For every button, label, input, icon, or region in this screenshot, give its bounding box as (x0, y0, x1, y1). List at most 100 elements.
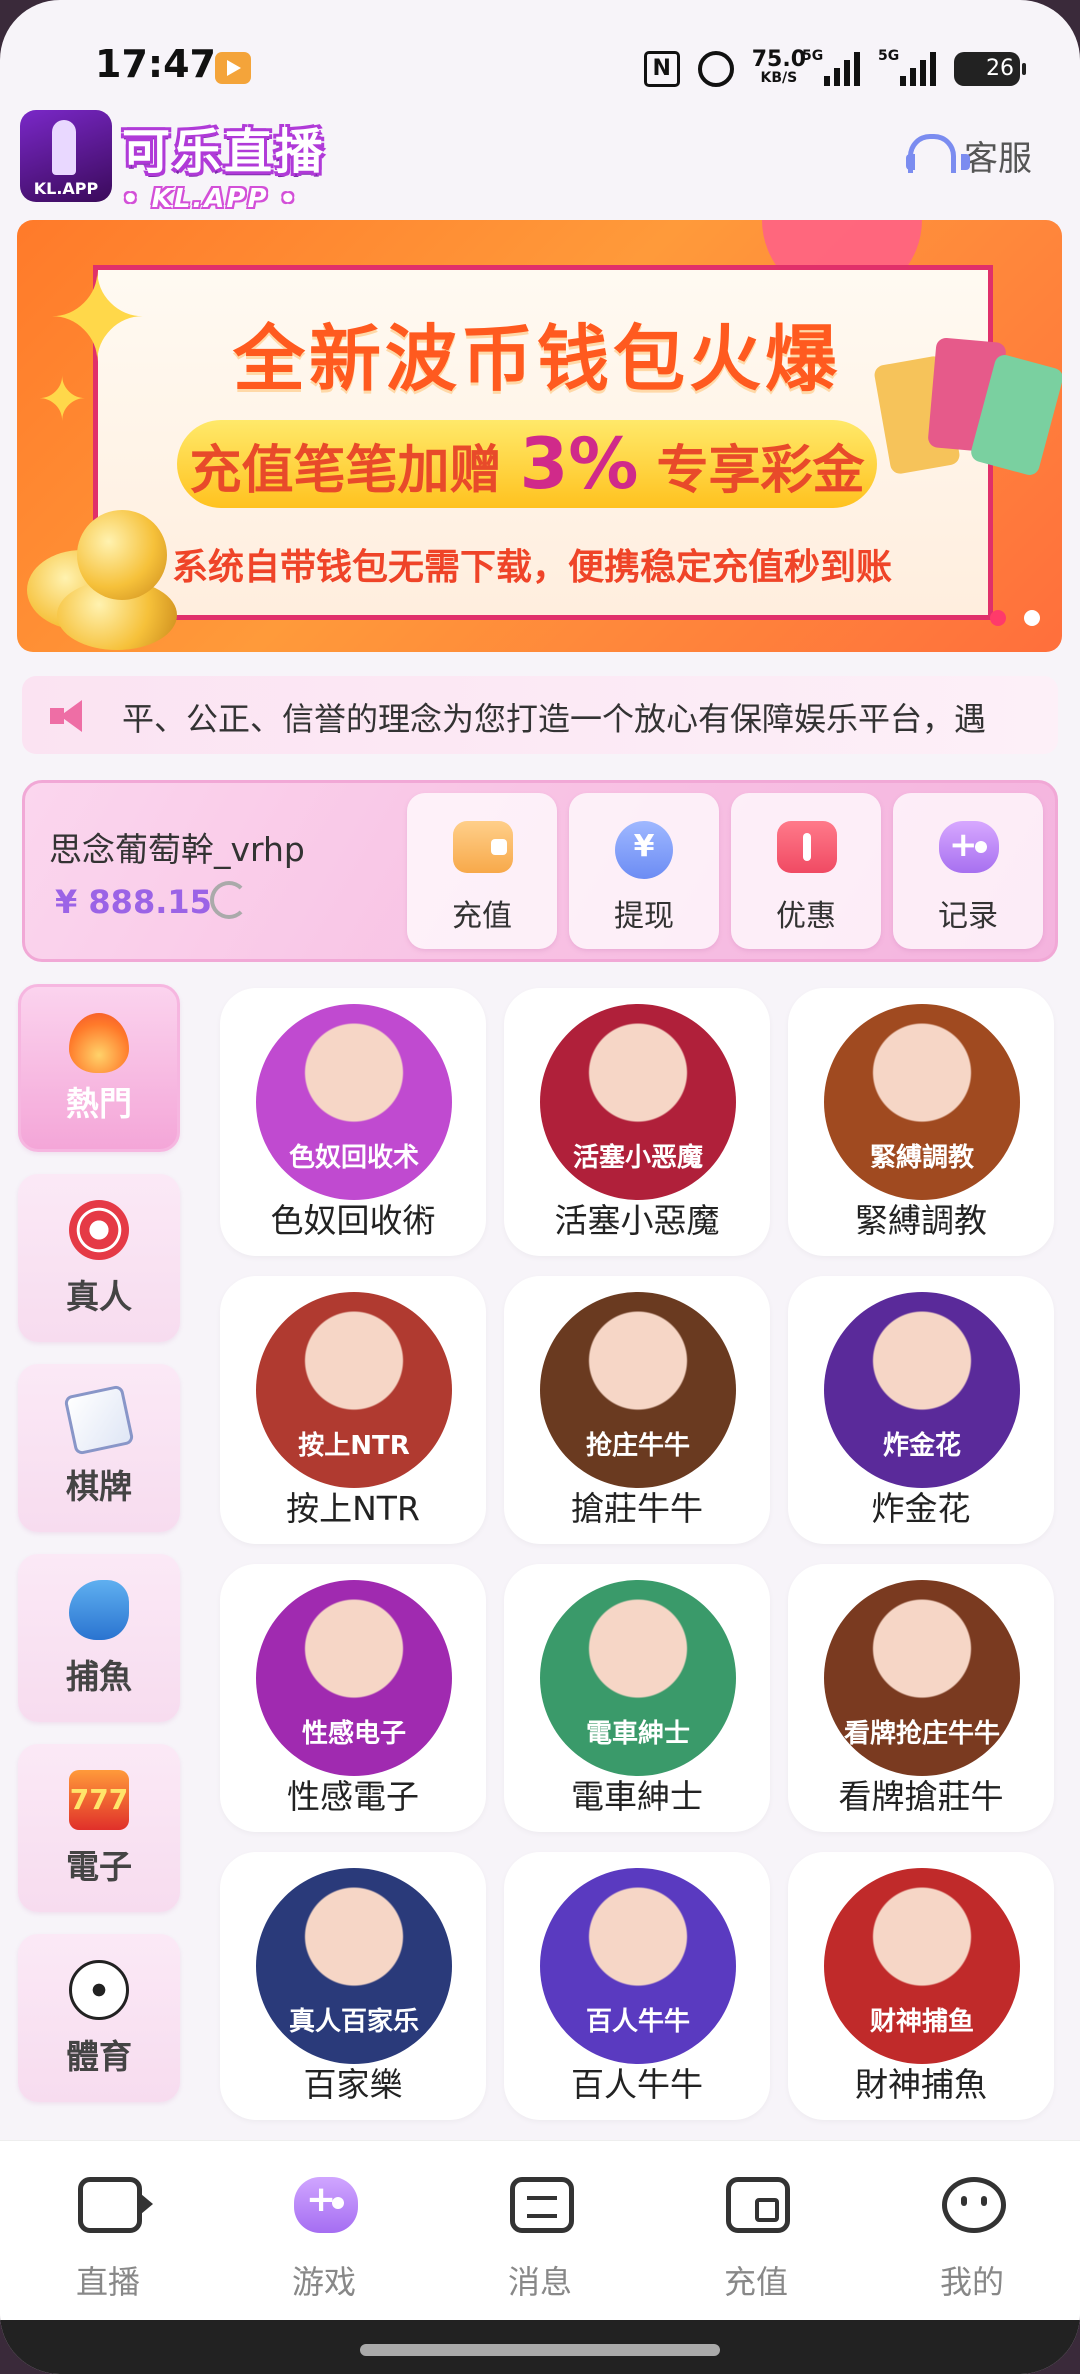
signal-sim1-icon: 5G (802, 48, 860, 86)
banner-offer-prefix: 充值笔笔加赠 (189, 441, 502, 501)
nfc-icon: N (643, 51, 680, 87)
game-card[interactable]: 按上NTR 按上NTR (220, 1276, 486, 1544)
slots-icon: 777 (69, 1770, 129, 1830)
game-name: 看牌搶莊牛 (838, 1777, 1004, 1816)
game-card[interactable]: 抢庄牛牛 搶莊牛牛 (504, 1276, 770, 1544)
recharge-button[interactable]: 充值 (407, 793, 557, 949)
headset-icon (904, 130, 970, 180)
shark-icon (69, 1580, 129, 1640)
signal-sim2-icon: 5G (878, 48, 936, 86)
game-name: 色奴回收術 (270, 1201, 436, 1240)
category-cards[interactable]: 棋牌 (18, 1364, 180, 1532)
game-card[interactable]: 活塞小恶魔 活塞小惡魔 (504, 988, 770, 1256)
promo-banner[interactable]: ✦ ✦ 全新波币钱包火爆上市 充值笔笔加赠 3% 专享彩金 系统自带钱包无需下载… (17, 220, 1062, 652)
app-logo[interactable]: KL.APP (20, 110, 112, 202)
announcement-marquee[interactable]: 平、公正、信誉的理念为您打造一个放心有保障娱乐平台，遇 (22, 676, 1058, 754)
game-card[interactable]: 電車紳士 電車紳士 (504, 1564, 770, 1832)
wallet-actions: 充值 ¥ 提现 优惠 记录 (407, 793, 1043, 949)
message-icon (510, 2177, 574, 2233)
game-thumbnail-title: 百人牛牛 (540, 2000, 736, 2044)
gamepad-icon (939, 821, 999, 873)
game-thumbnail: 電車紳士 (540, 1580, 736, 1776)
game-grid: 色奴回收术 色奴回收術 活塞小恶魔 活塞小惡魔 緊縛調教 緊縛調教 按上NTR 按上NTR 抢庄… (220, 988, 1060, 2120)
alarm-icon (697, 51, 734, 87)
brand: 可乐直播 • KL.APP • (122, 112, 326, 214)
game-card[interactable]: 炸金花 炸金花 (788, 1276, 1054, 1544)
logo-figure-icon (52, 120, 76, 175)
recharge-label: 充值 (452, 899, 512, 934)
game-thumbnail: 緊縛調教 (824, 1004, 1020, 1200)
game-thumbnail-title: 看牌抢庄牛牛 (824, 1712, 1020, 1756)
game-thumbnail-title: 抢庄牛牛 (540, 1424, 736, 1468)
sim2-network-type: 5G (878, 48, 900, 64)
home-indicator[interactable] (360, 2344, 720, 2356)
game-name: 炸金花 (871, 1489, 971, 1528)
game-thumbnail: 看牌抢庄牛牛 (824, 1580, 1020, 1776)
category-live[interactable]: 真人 (18, 1174, 180, 1342)
status-icons: N 75.0 KB/S 5G 5G 26 (643, 45, 1026, 93)
category-fishing[interactable]: 捕魚 (18, 1554, 180, 1722)
game-thumbnail-title: 電車紳士 (540, 1712, 736, 1756)
tab-recharge[interactable]: 充值 (656, 2141, 856, 2320)
game-name: 緊縛調教 (855, 1201, 987, 1240)
game-thumbnail: 活塞小恶魔 (540, 1004, 736, 1200)
refresh-icon[interactable] (210, 881, 248, 919)
category-label: 捕魚 (66, 1657, 132, 1696)
pager-dot[interactable] (1024, 610, 1040, 626)
promotions-button[interactable]: 优惠 (731, 793, 881, 949)
category-label: 熱門 (66, 1084, 132, 1123)
game-card[interactable]: 看牌抢庄牛牛看牌搶莊牛 (788, 1564, 1054, 1832)
customer-service-button[interactable]: 客服 (904, 130, 1032, 180)
game-card[interactable]: 真人百家乐 百家樂 (220, 1852, 486, 2120)
game-card[interactable]: 财神捕鱼 財神捕魚 (788, 1852, 1054, 2120)
tab-messages[interactable]: 消息 (440, 2141, 640, 2320)
game-name: 活塞小惡魔 (554, 1201, 720, 1240)
game-card[interactable]: 百人牛牛 百人牛牛 (504, 1852, 770, 2120)
category-hot[interactable]: 熱門 (18, 984, 180, 1152)
banner-pager (990, 610, 1040, 626)
withdraw-button[interactable]: ¥ 提现 (569, 793, 719, 949)
tab-profile[interactable]: 我的 (872, 2141, 1072, 2320)
status-bar: 17:47 N 75.0 KB/S 5G 5G 26 (0, 0, 1080, 110)
promotions-label: 优惠 (776, 899, 836, 934)
records-label: 记录 (938, 899, 998, 934)
ticket-icon (777, 821, 837, 873)
game-card[interactable]: 性感电子 性感電子 (220, 1564, 486, 1832)
pager-dot-active[interactable] (990, 610, 1006, 626)
category-sports[interactable]: 體育 (18, 1934, 180, 2102)
category-slots[interactable]: 777 電子 (18, 1744, 180, 1912)
game-thumbnail-title: 炸金花 (824, 1424, 1020, 1468)
sim1-network-type: 5G (802, 48, 824, 64)
gamepad-icon (294, 2177, 358, 2233)
game-name: 按上NTR (286, 1489, 420, 1528)
profile-icon (942, 2177, 1006, 2233)
sparkle-icon: ✦ (37, 365, 88, 435)
game-thumbnail: 真人百家乐 (256, 1868, 452, 2064)
battery-icon: 26 (954, 52, 1026, 86)
banner-subline: 系统自带钱包无需下载，便携稳定充值秒到账 (171, 547, 892, 588)
yuan-icon: ¥ (615, 821, 673, 879)
tab-games[interactable]: 游戏 (224, 2141, 424, 2320)
game-card[interactable]: 色奴回收术 色奴回收術 (220, 988, 486, 1256)
app-header: KL.APP 可乐直播 • KL.APP • 客服 (0, 108, 1080, 214)
game-name: 電車紳士 (571, 1777, 703, 1816)
category-label: 電子 (66, 1847, 132, 1886)
tab-label: 我的 (939, 2263, 1004, 2301)
category-label: 真人 (66, 1277, 132, 1316)
game-name: 性感電子 (287, 1777, 419, 1816)
tab-live[interactable]: 直播 (8, 2141, 208, 2320)
bottom-tab-bar: 直播 游戏 消息 充值 我的 (0, 2140, 1080, 2320)
flame-icon (69, 1013, 129, 1073)
game-name: 百人牛牛 (571, 2065, 703, 2104)
category-label: 體育 (66, 2037, 132, 2076)
game-name: 百家樂 (303, 2065, 403, 2104)
notification-app-icon (215, 52, 251, 84)
tab-label: 游戏 (291, 2263, 356, 2301)
game-thumbnail-title: 性感电子 (256, 1712, 452, 1756)
game-thumbnail: 性感电子 (256, 1580, 452, 1776)
brand-subtitle: • KL.APP • (122, 184, 299, 214)
records-button[interactable]: 记录 (893, 793, 1043, 949)
tab-label: 消息 (507, 2263, 572, 2301)
soccer-icon (69, 1960, 129, 2020)
game-card[interactable]: 緊縛調教 緊縛調教 (788, 988, 1054, 1256)
